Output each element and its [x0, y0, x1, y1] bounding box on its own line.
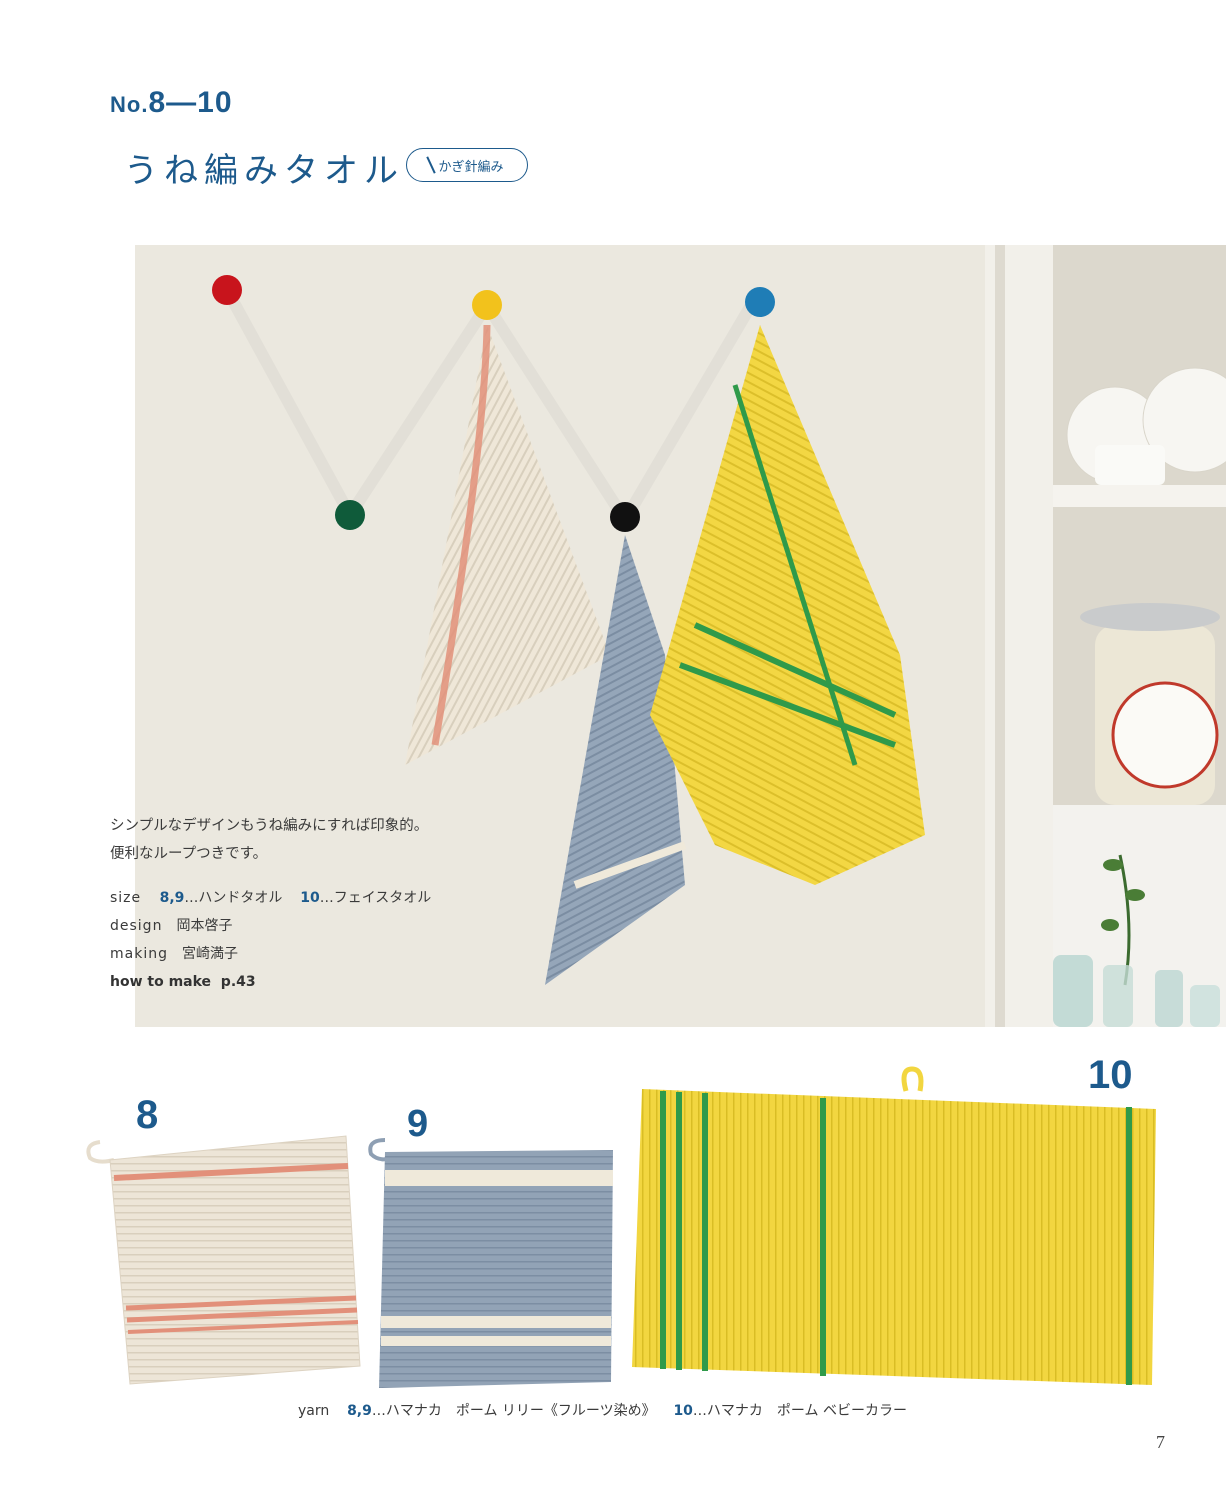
size-label: size [110, 890, 142, 906]
size-text-2: …フェイスタオル [319, 890, 432, 906]
crochet-hook-icon [426, 156, 437, 174]
size-num-2: 10 [300, 890, 320, 906]
design-value: 岡本啓子 [176, 918, 233, 934]
number-range: 8—10 [148, 86, 233, 119]
yarn-num-2: 10 [673, 1403, 693, 1419]
howto-row: how to make p.43 [110, 968, 431, 996]
yarn-label: yarn [298, 1403, 330, 1419]
yarn-info: yarn 8,9…ハマナカ ポーム リリー《フルーツ染め》 10…ハマナカ ポー… [298, 1400, 907, 1420]
towel-9-image [368, 1138, 613, 1388]
yarn-num-1: 8,9 [347, 1403, 372, 1419]
howto-label: how to make [110, 974, 212, 990]
size-text-1: …ハンドタオル [184, 890, 283, 906]
design-row: design 岡本啓子 [110, 912, 431, 940]
towel-8-image [86, 1135, 361, 1385]
section-number: No.8—10 [110, 86, 233, 120]
technique-badge: かぎ針編み [406, 148, 528, 182]
yarn-text-2: …ハマナカ ポーム ベビーカラー [692, 1403, 907, 1419]
towel-10-image [632, 1066, 1156, 1385]
yarn-text-1: …ハマナカ ポーム リリー《フルーツ染め》 [371, 1403, 656, 1419]
page-title: うね編みタオル [124, 151, 404, 191]
description-line-1: シンプルなデザインもうね編みにすれば印象的。 [110, 818, 429, 834]
description-line-2: 便利なループつきです。 [110, 846, 268, 862]
badge-label: かぎ針編み [438, 159, 504, 175]
design-label: design [110, 918, 163, 934]
description: シンプルなデザインもうね編みにすれば印象的。 便利なループつきです。 [110, 812, 428, 868]
page-number: 7 [1156, 1432, 1165, 1452]
number-prefix: No. [110, 92, 149, 117]
making-value: 宮崎満子 [181, 946, 238, 962]
howto-page: p.43 [220, 974, 256, 990]
making-label: making [110, 946, 168, 962]
size-num-1: 8,9 [159, 890, 185, 906]
size-row: size 8,9…ハンドタオル 10…フェイスタオル [110, 884, 431, 912]
making-row: making 宮崎満子 [110, 940, 431, 968]
credits-block: size 8,9…ハンドタオル 10…フェイスタオル design 岡本啓子 ma… [110, 884, 431, 996]
